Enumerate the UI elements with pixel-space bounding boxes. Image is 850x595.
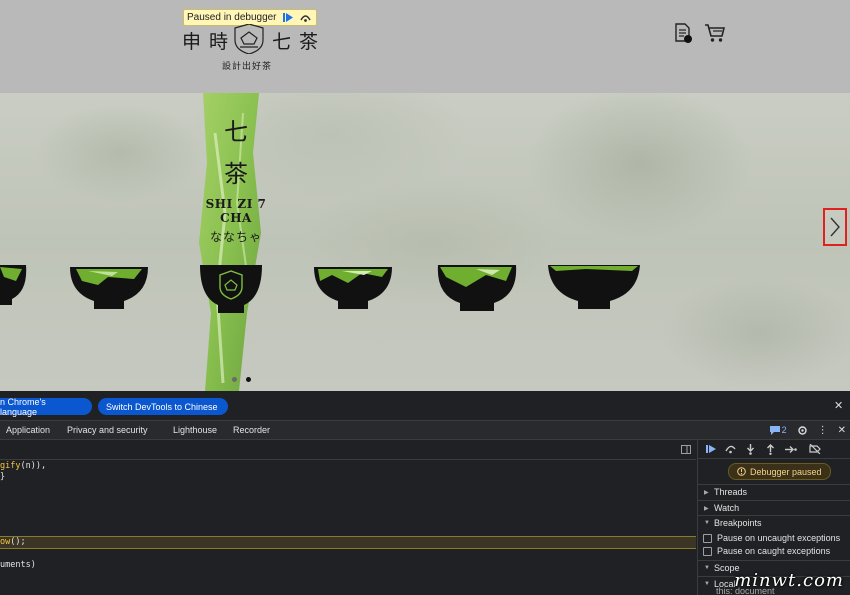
step-over-icon <box>725 445 736 454</box>
issues-count: 2 <box>781 425 787 435</box>
slider-dot-1[interactable] <box>232 377 237 382</box>
match-chrome-language-button[interactable]: n Chrome's language <box>0 396 92 417</box>
pause-caught-checkbox[interactable]: Pause on caught exceptions <box>703 546 850 556</box>
more-options-icon[interactable]: ⋮ <box>818 425 828 436</box>
code-line-3: ow(); <box>0 537 26 547</box>
logo-char-2: 時 <box>208 31 228 53</box>
collapse-triangle-icon: ▼ <box>704 565 710 571</box>
section-breakpoints[interactable]: ▼ Breakpoints <box>698 515 850 530</box>
warning-icon <box>737 467 746 476</box>
hero-char-seven: 七 <box>224 118 248 146</box>
step-over-button[interactable] <box>724 443 737 456</box>
devtools-tab-tools: 2 ⋮ ✕ <box>769 421 850 439</box>
switch-devtools-chinese-button[interactable]: Switch DevTools to Chinese <box>98 398 228 415</box>
section-watch[interactable]: ▶ Watch <box>698 500 850 515</box>
match-chrome-language-label: n Chrome's language <box>0 396 46 417</box>
debugger-paused-label: Debugger paused <box>750 466 822 477</box>
logo-badge-icon <box>234 24 264 54</box>
site-header: Paused in debugger 申 時 七 茶 設計出好茶 <box>0 0 850 93</box>
step-out-button[interactable] <box>764 443 777 456</box>
document-icon[interactable] <box>672 22 694 44</box>
pause-uncaught-label: Pause on uncaught exceptions <box>717 533 841 543</box>
step-over-icon <box>300 15 311 22</box>
close-devtools-icon[interactable]: ✕ <box>838 425 846 436</box>
hero-brand-text: 七 茶 SHI ZI 7 CHA ななちゃ <box>190 111 282 245</box>
step-into-icon <box>747 443 754 455</box>
sources-toolbar <box>0 440 696 460</box>
switch-devtools-chinese-label: Switch DevTools to Chinese <box>106 401 218 412</box>
sources-editor-pane[interactable]: gify(n)), } ow(); uments) <box>0 440 696 595</box>
cart-icon[interactable] <box>704 22 726 44</box>
collapse-triangle-icon: ▼ <box>704 520 710 526</box>
slider-next-button[interactable] <box>823 208 847 246</box>
section-threads[interactable]: ▶ Threads <box>698 484 850 499</box>
resume-icon <box>282 13 293 22</box>
tea-bowl-5 <box>437 265 517 311</box>
devtools-panel: n Chrome's language Switch DevTools to C… <box>0 391 850 595</box>
step-over-button[interactable] <box>299 11 313 24</box>
message-icon <box>769 425 780 435</box>
logo-char-4: 茶 <box>298 31 318 53</box>
logo-subtitle: 設計出好茶 <box>222 61 273 71</box>
resume-button[interactable] <box>704 443 717 456</box>
logo-char-1: 申 <box>182 31 202 53</box>
tea-bowl-3-with-logo <box>200 265 262 313</box>
checkbox-unchecked[interactable] <box>703 533 712 543</box>
resume-icon <box>705 445 716 453</box>
pause-caught-label: Pause on caught exceptions <box>717 546 831 556</box>
infobar-close-icon[interactable]: ✕ <box>834 399 843 412</box>
tab-application[interactable]: Application <box>6 425 50 435</box>
expand-triangle-icon: ▶ <box>704 505 709 512</box>
site-logo[interactable]: 申 時 七 茶 設計出好茶 <box>182 24 318 72</box>
deactivate-breakpoints-button[interactable] <box>808 443 821 456</box>
logo-char-3: 七 <box>271 31 291 53</box>
step-out-icon <box>767 443 774 455</box>
code-line-1: gify(n)), <box>0 461 47 471</box>
hero-brand-kana: ななちゃ <box>209 230 262 244</box>
tea-bowl-1 <box>0 265 27 305</box>
site-watermark: minwt.com <box>734 570 844 591</box>
slider-pagination <box>232 377 251 382</box>
issues-counter[interactable]: 2 <box>769 425 787 435</box>
tab-privacy-security[interactable]: Privacy and security <box>67 425 148 435</box>
hero-slider: 七 茶 SHI ZI 7 CHA ななちゃ <box>0 93 850 391</box>
code-line-4: uments) <box>0 560 36 570</box>
hero-brand-latin: SHI ZI 7 CHA <box>205 197 267 225</box>
resume-script-button[interactable] <box>281 11 295 24</box>
step-icon <box>784 445 797 453</box>
toggle-sidebar-icon[interactable] <box>681 445 691 454</box>
deactivate-breakpoints-icon <box>808 444 821 454</box>
tab-recorder[interactable]: Recorder <box>233 425 270 435</box>
section-breakpoints-label: Breakpoints <box>714 518 762 528</box>
paused-execution-line <box>0 536 696 549</box>
section-threads-label: Threads <box>714 487 748 497</box>
code-line-2: } <box>0 472 6 482</box>
checkbox-unchecked[interactable] <box>703 546 712 556</box>
debugger-paused-badge: Debugger paused <box>728 463 831 480</box>
tea-bowl-2 <box>70 267 148 309</box>
expand-triangle-icon: ▶ <box>704 489 709 496</box>
paused-in-debugger-label: Paused in debugger <box>187 12 277 23</box>
pause-uncaught-checkbox[interactable]: Pause on uncaught exceptions <box>703 533 850 543</box>
step-button[interactable] <box>784 443 797 456</box>
chevron-right-icon <box>830 217 840 237</box>
settings-gear-icon[interactable] <box>797 425 808 436</box>
devtools-language-infobar: n Chrome's language Switch DevTools to C… <box>0 391 850 421</box>
step-into-button[interactable] <box>744 443 757 456</box>
tea-bowl-6 <box>548 265 640 309</box>
devtools-tab-bar: Application Privacy and security Lightho… <box>0 421 850 440</box>
tab-lighthouse[interactable]: Lighthouse <box>173 425 217 435</box>
hero-char-tea: 茶 <box>224 160 248 188</box>
slider-dot-2[interactable] <box>246 377 251 382</box>
section-watch-label: Watch <box>714 503 740 513</box>
tea-bowl-4 <box>314 267 392 309</box>
debugger-toolbar <box>698 440 850 459</box>
